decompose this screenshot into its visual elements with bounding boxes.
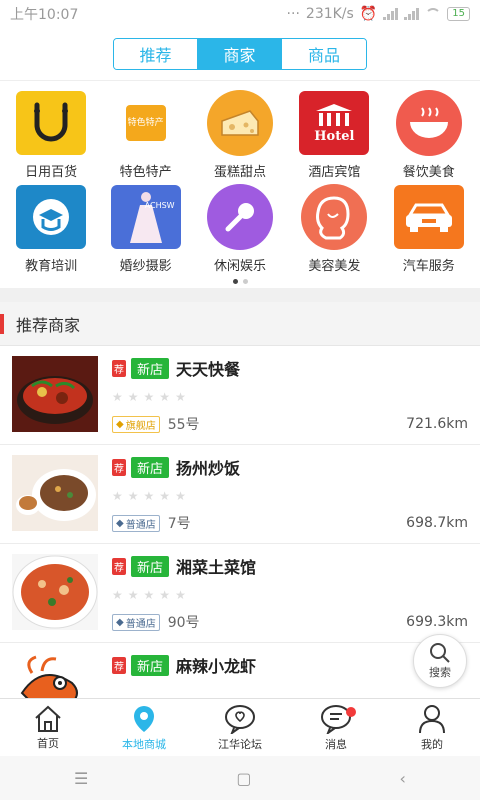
new-store-tag: 新店 (131, 357, 170, 379)
merchant-list: 荐 新店 天天快餐 ★ ★ ★ ★ ★ ◆ 旗舰店 55号 721.6km 荐 … (0, 346, 480, 742)
specialty-icon: 特色特产 (110, 91, 182, 155)
category-food[interactable]: 餐饮美食 (384, 90, 474, 185)
segmented-tabs: 推荐 商家 商品 (113, 38, 367, 70)
search-label: 搜索 (429, 666, 451, 679)
recommend-tag: 荐 (112, 656, 126, 674)
tab-recommend[interactable]: 推荐 (114, 39, 198, 69)
bottom-navigation: 首页 本地商城 江华论坛 消息 我的 (0, 698, 480, 756)
bowl-icon (393, 90, 465, 156)
home-square-icon[interactable]: ▢ (236, 769, 251, 788)
unread-badge (346, 707, 356, 717)
merchant-number: 55号 (167, 417, 200, 433)
page-dot-1[interactable] (232, 279, 238, 284)
home-icon (35, 705, 61, 732)
battery-icon: 15 (447, 7, 470, 21)
alarm-icon: ⏰ (359, 6, 378, 22)
category-daily-goods[interactable]: 日用百货 (6, 91, 96, 185)
car-icon (393, 185, 465, 249)
signal-icon-2 (404, 8, 420, 20)
status-bar: 上午10:07 ··· 231K/s ⏰ 15 (0, 0, 480, 28)
nav-mine[interactable]: 我的 (384, 699, 480, 756)
merchant-distance: 698.7km (406, 515, 468, 531)
system-navigation: ☰ ▢ ‹ (0, 756, 480, 800)
rating-stars: ★★★★★ (112, 588, 186, 602)
category-car[interactable]: 汽车服务 (384, 185, 474, 279)
menu-icon[interactable]: ☰ (74, 769, 88, 788)
store-level-badge: ◆ 旗舰店 (112, 415, 160, 433)
merchant-thumbnail (12, 356, 98, 432)
new-store-tag: 新店 (131, 654, 170, 676)
section-header: 推荐商家 (0, 302, 480, 346)
page-indicator (0, 279, 480, 284)
merchant-item[interactable]: 荐 新店 扬州炒饭 ★ ★ ★ ★ ★ ◆ 普通店 7号 698.7km (0, 445, 480, 544)
store-level-badge: ◆ 普通店 (112, 613, 160, 631)
beauty-icon (298, 184, 370, 250)
merchant-name: 扬州炒饭 (176, 459, 241, 478)
merchant-name: 湘菜土菜馆 (176, 558, 257, 577)
merchant-item[interactable]: 荐 新店 天天快餐 ★ ★ ★ ★ ★ ◆ 旗舰店 55号 721.6km (0, 346, 480, 445)
category-leisure[interactable]: 休闲娱乐 (195, 184, 285, 279)
merchant-name: 麻辣小龙虾 (176, 657, 257, 676)
nav-home[interactable]: 首页 (0, 699, 96, 756)
app-screen: 上午10:07 ··· 231K/s ⏰ 15 推荐 商家 商品 日用百货 特色… (0, 0, 480, 800)
merchant-thumbnail (12, 554, 98, 630)
merchant-distance: 721.6km (406, 416, 468, 432)
search-icon (430, 643, 450, 663)
category-education[interactable]: 教育培训 (6, 185, 96, 279)
user-icon (419, 704, 445, 733)
diamond-icon: ◆ (116, 418, 124, 430)
hotel-icon: Hotel (298, 91, 370, 155)
new-store-tag: 新店 (131, 555, 170, 577)
forum-icon (225, 704, 255, 734)
cake-icon (204, 90, 276, 156)
store-level-badge: ◆ 普通店 (112, 514, 160, 532)
section-accent-bar (0, 313, 4, 334)
category-grid: 日用百货 特色特产 特色特产 蛋糕甜点 Hotel 酒店宾馆 餐饮美食 教育培训… (0, 80, 480, 288)
back-icon[interactable]: ‹ (400, 769, 406, 788)
smile-bag-icon (15, 91, 87, 155)
category-beauty[interactable]: 美容美发 (289, 184, 379, 279)
education-icon (15, 185, 87, 249)
rating-stars: ★★★★★ (112, 489, 186, 503)
category-cake[interactable]: 蛋糕甜点 (195, 90, 285, 185)
signal-icon (383, 8, 399, 20)
merchant-number: 90号 (167, 615, 200, 631)
merchant-item[interactable]: 荐 新店 湘菜土菜馆 ★ ★ ★ ★ ★ ◆ 普通店 90号 699.3km (0, 544, 480, 643)
tab-products[interactable]: 商品 (282, 39, 366, 69)
category-specialty[interactable]: 特色特产 特色特产 (101, 91, 191, 185)
category-hotel[interactable]: Hotel 酒店宾馆 (289, 91, 379, 185)
nav-messages[interactable]: 消息 (288, 699, 384, 756)
wifi-icon (425, 8, 442, 20)
location-icon (134, 705, 154, 732)
diamond-icon: ◆ (116, 616, 124, 628)
merchant-name: 天天快餐 (176, 360, 241, 379)
merchant-distance: 699.3km (406, 614, 468, 630)
tab-merchants[interactable]: 商家 (198, 39, 282, 69)
diamond-icon: ◆ (116, 517, 124, 529)
status-more-icon: ··· (286, 6, 300, 22)
divider (0, 288, 480, 302)
nav-local-mall[interactable]: 本地商城 (96, 699, 192, 756)
new-store-tag: 新店 (131, 456, 170, 478)
status-speed: 231K/s (305, 6, 354, 22)
nav-forum[interactable]: 江华论坛 (192, 699, 288, 756)
status-time: 上午10:07 (10, 7, 79, 23)
page-dot-2[interactable] (242, 279, 248, 284)
recommend-tag: 荐 (112, 458, 126, 476)
section-title: 推荐商家 (16, 315, 81, 335)
search-button[interactable]: 搜索 (413, 634, 467, 688)
category-wedding[interactable]: ACHSW 婚纱摄影 (101, 185, 191, 279)
rating-stars: ★★★★★ (112, 390, 186, 404)
wedding-icon: ACHSW (110, 185, 182, 249)
microphone-icon (204, 184, 276, 250)
recommend-tag: 荐 (112, 557, 126, 575)
merchant-thumbnail (12, 455, 98, 531)
recommend-tag: 荐 (112, 359, 126, 377)
merchant-number: 7号 (167, 516, 191, 532)
